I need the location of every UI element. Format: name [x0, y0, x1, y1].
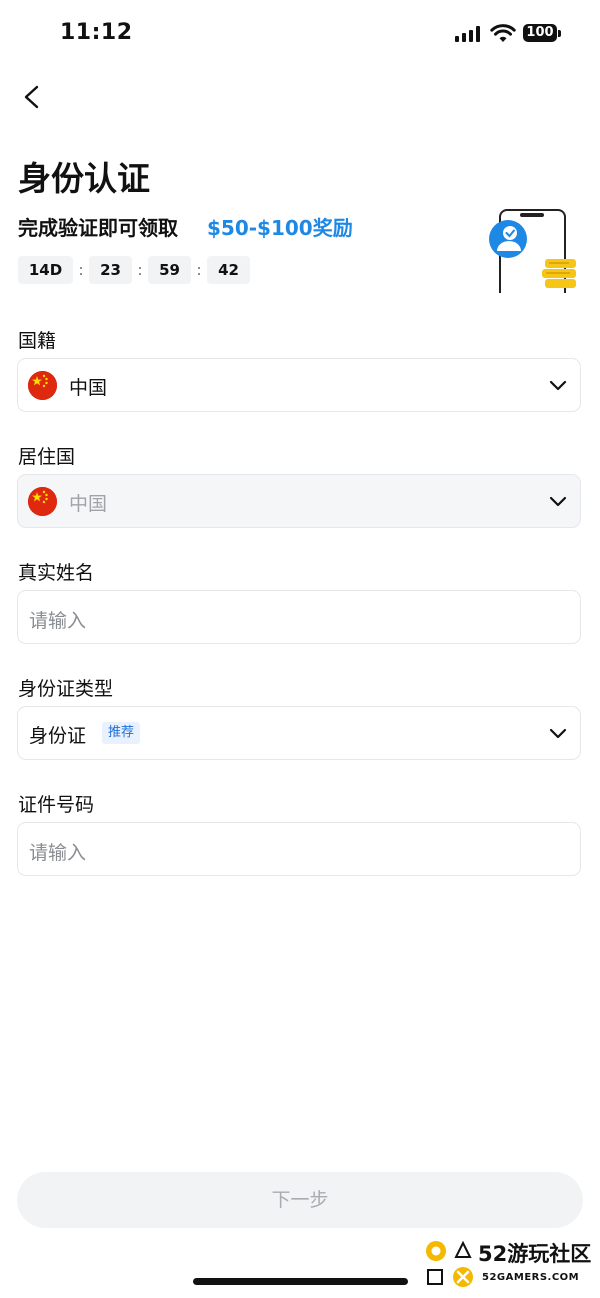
countdown-separator: :	[137, 261, 143, 279]
gamepad-symbols-icon	[426, 1240, 473, 1287]
id-type-select[interactable]: 身份证 推荐	[17, 706, 581, 760]
chevron-down-icon	[549, 380, 567, 391]
battery-tip	[558, 30, 561, 37]
wifi-icon	[490, 24, 516, 42]
watermark-logo: 52游玩社区 52GAMERS.COM	[422, 1238, 594, 1292]
countdown-hours: 23	[89, 256, 132, 284]
countdown-minutes: 59	[148, 256, 191, 284]
chevron-down-icon	[549, 728, 567, 739]
id-number-label: 证件号码	[18, 794, 95, 816]
id-number-input[interactable]: 请输入	[17, 822, 581, 876]
residence-label: 居住国	[18, 446, 76, 468]
watermark-text-en: 52GAMERS.COM	[482, 1272, 580, 1283]
real-name-input[interactable]: 请输入	[17, 590, 581, 644]
status-time: 11:12	[60, 20, 133, 45]
home-indicator[interactable]	[193, 1278, 408, 1285]
cellular-signal-icon	[455, 26, 480, 42]
watermark-text-cn: 52游玩社区	[478, 1242, 592, 1266]
countdown-separator: :	[196, 261, 202, 279]
subtitle: 完成验证即可领取	[18, 216, 178, 240]
nationality-value: 中国	[69, 377, 108, 399]
real-name-placeholder: 请输入	[29, 610, 87, 632]
id-type-value: 身份证	[29, 725, 87, 747]
nationality-label: 国籍	[18, 330, 57, 352]
page-title: 身份认证	[18, 159, 150, 198]
real-name-label: 真实姓名	[18, 562, 95, 584]
next-button[interactable]: 下一步	[17, 1172, 583, 1228]
countdown-days: 14D	[18, 256, 73, 284]
china-flag-icon	[28, 371, 57, 400]
chevron-down-icon	[549, 496, 567, 507]
countdown-timer: 14D : 23 : 59 : 42	[18, 256, 250, 284]
residence-select[interactable]: 中国	[17, 474, 581, 528]
phone-verification-illustration-icon	[489, 209, 576, 293]
id-number-placeholder: 请输入	[29, 842, 87, 864]
nationality-select[interactable]: 中国	[17, 358, 581, 412]
reward-amount: $50-$100奖励	[207, 216, 353, 240]
recommended-badge: 推荐	[102, 722, 141, 744]
residence-value: 中国	[69, 493, 108, 515]
countdown-separator: :	[78, 261, 84, 279]
id-type-label: 身份证类型	[18, 678, 114, 700]
china-flag-icon	[28, 487, 57, 516]
back-arrow-icon[interactable]	[18, 82, 46, 112]
battery-icon: 100	[523, 24, 557, 42]
countdown-seconds: 42	[207, 256, 250, 284]
